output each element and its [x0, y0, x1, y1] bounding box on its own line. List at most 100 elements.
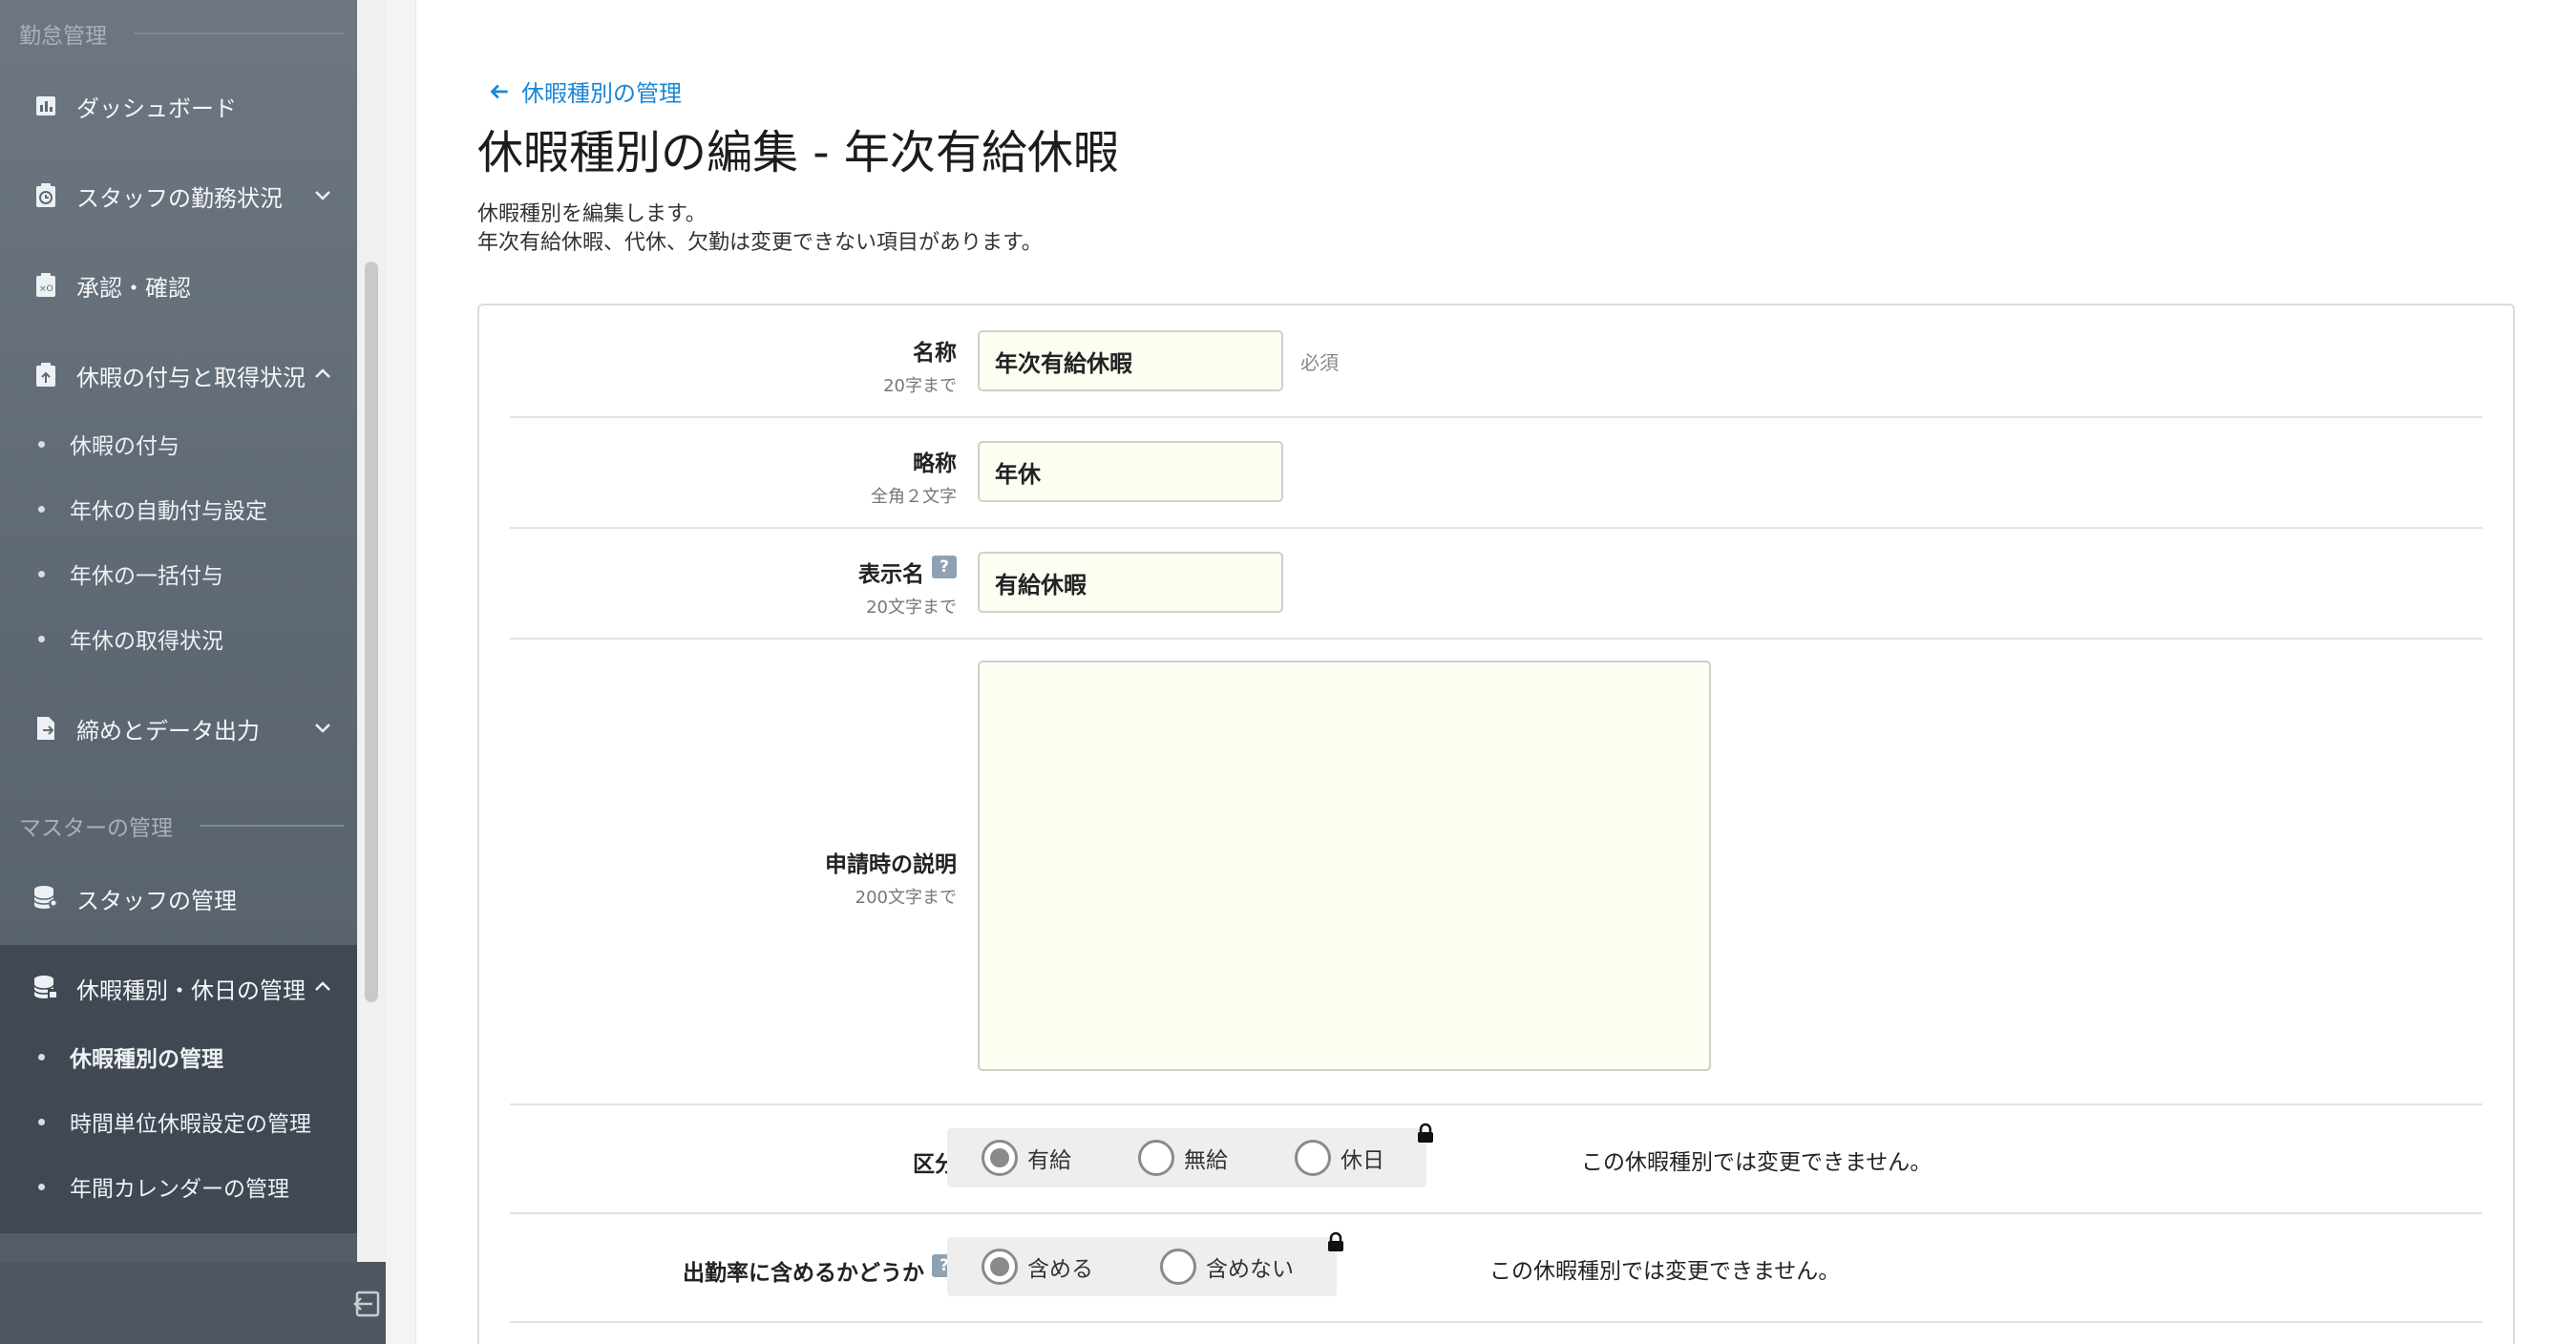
chevron-up-icon — [315, 368, 330, 378]
radio-checked-icon — [982, 1140, 1018, 1176]
sidebar-subitem-annual-usage[interactable]: 年休の取得状況 — [0, 615, 357, 662]
sidebar-item-label: 休暇の付与 — [70, 434, 179, 459]
sidebar-subitem-annual-bulk-grant[interactable]: 年休の一括付与 — [0, 550, 357, 598]
svg-text:×O: ×O — [39, 284, 53, 294]
category-option-paid[interactable]: 有給 — [982, 1140, 1071, 1176]
attendance-rate-radio-group: 含める 含めない — [947, 1237, 1337, 1296]
main-content: 休暇種別の管理 休暇種別の編集 - 年次有給休暇 休暇種別を編集します。 年次有… — [416, 0, 2576, 1344]
display-name-label: 表示名? 20文字まで — [858, 556, 957, 619]
sidebar-item-label: 年休の取得状況 — [70, 629, 223, 654]
sidebar-subitem-leave-type-management[interactable]: 休暇種別の管理 — [0, 1033, 357, 1081]
sidebar-item-leave-grant-status[interactable]: 休暇の付与と取得状況 — [0, 344, 357, 407]
radio-unchecked-icon — [1160, 1249, 1196, 1285]
clipboard-clock-icon — [32, 182, 59, 209]
page-title: 休暇種別の編集 - 年次有給休暇 — [477, 126, 1119, 179]
category-locked-note: この休暇種別では変更できません。 — [1581, 1150, 1932, 1175]
lock-icon — [1328, 1231, 1343, 1251]
clipboard-up-icon — [32, 362, 59, 388]
leave-type-form: 名称 20字まで 年次有給休暇 必須 略称 全角２文字 年休 表示名? 20文字… — [477, 304, 2515, 1344]
back-link-label: 休暇種別の管理 — [521, 80, 682, 107]
attendance-option-include[interactable]: 含める — [982, 1249, 1093, 1285]
database-calendar-icon — [32, 975, 59, 1001]
sidebar-item-leave-holiday-management[interactable]: 休暇種別・休日の管理 — [0, 956, 357, 1019]
sidebar-subitem-leave-grant[interactable]: 休暇の付与 — [0, 420, 357, 468]
attendance-option-exclude[interactable]: 含めない — [1160, 1249, 1294, 1285]
section-title-master: マスターの管理 — [19, 809, 344, 842]
field-hint: 200文字まで — [855, 888, 957, 908]
field-hint: 全角２文字 — [871, 487, 957, 507]
short-name-input[interactable]: 年休 — [978, 441, 1283, 502]
row-divider — [510, 1212, 2482, 1214]
sidebar-item-label: 休暇種別の管理 — [70, 1047, 223, 1072]
radio-label: 含めない — [1206, 1257, 1294, 1282]
field-hint: 20文字まで — [866, 598, 957, 618]
field-label: 略称 — [913, 452, 957, 476]
section-title-text: 勤怠管理 — [19, 24, 107, 49]
sidebar-item-label: 時間単位休暇設定の管理 — [70, 1112, 311, 1137]
chevron-down-icon — [315, 191, 330, 200]
collapse-sidebar-button[interactable] — [348, 1285, 386, 1323]
radio-unchecked-icon — [1138, 1140, 1174, 1176]
section-title-attendance: 勤怠管理 — [19, 17, 344, 50]
field-label: 表示名 — [858, 562, 924, 587]
sidebar-item-label: スタッフの管理 — [76, 887, 237, 914]
sidebar-subitem-annual-calendar[interactable]: 年間カレンダーの管理 — [0, 1163, 357, 1210]
sidebar-item-dashboard[interactable]: ダッシュボード — [0, 74, 357, 137]
row-divider — [510, 1103, 2482, 1105]
name-label: 名称 20字まで — [883, 334, 957, 397]
field-hint: 20字まで — [883, 376, 957, 396]
sidebar-footer — [0, 1262, 386, 1344]
display-name-input[interactable]: 有給休暇 — [978, 552, 1283, 613]
description-textarea[interactable] — [978, 661, 1711, 1071]
chart-icon — [32, 93, 59, 119]
field-label: 名称 — [913, 341, 957, 366]
radio-label: 無給 — [1184, 1148, 1228, 1173]
sidebar-item-label: ダッシュボード — [76, 94, 237, 122]
help-icon[interactable]: ? — [932, 556, 957, 578]
attendance-rate-label: 出勤率に含めるかどうか? — [683, 1254, 957, 1287]
arrow-left-icon — [490, 84, 508, 98]
sidebar-item-closing-export[interactable]: 締めとデータ出力 — [0, 697, 357, 760]
attendance-locked-note: この休暇種別では変更できません。 — [1489, 1259, 1841, 1284]
sidebar-item-label: 承認・確認 — [76, 274, 191, 302]
row-divider — [510, 1321, 2482, 1323]
field-label: 申請時の説明 — [825, 852, 957, 877]
page-description-line1: 休暇種別を編集します。 — [477, 202, 707, 226]
row-divider — [510, 527, 2482, 529]
lock-icon — [1418, 1123, 1433, 1143]
chevron-down-icon — [315, 724, 330, 733]
field-label: 出勤率に含めるかどうか — [683, 1261, 924, 1286]
sidebar-item-label: 休暇の付与と取得状況 — [76, 364, 306, 391]
sidebar-item-staff-management[interactable]: スタッフの管理 — [0, 867, 357, 930]
category-radio-group: 有給 無給 休日 — [947, 1128, 1426, 1187]
radio-label: 有給 — [1027, 1148, 1071, 1173]
category-option-unpaid[interactable]: 無給 — [1138, 1140, 1228, 1176]
row-divider — [510, 416, 2482, 418]
sidebar-subitem-annual-auto-grant[interactable]: 年休の自動付与設定 — [0, 485, 357, 533]
sidebar-item-label: 休暇種別・休日の管理 — [76, 976, 306, 1004]
sidebar-item-label: 年休の一括付与 — [70, 564, 223, 589]
content-gutter — [386, 0, 416, 1344]
page-description-line2: 年次有給休暇、代休、欠勤は変更できない項目があります。 — [477, 231, 1043, 255]
sidebar-item-label: スタッフの勤務状況 — [76, 184, 283, 212]
category-option-holiday[interactable]: 休日 — [1295, 1140, 1384, 1176]
database-user-icon — [32, 885, 59, 912]
sidebar-scrollbar-thumb[interactable] — [365, 262, 378, 1002]
sidebar-item-staff-status[interactable]: スタッフの勤務状況 — [0, 164, 357, 227]
sidebar-item-approval[interactable]: ×O 承認・確認 — [0, 254, 357, 317]
description-label: 申請時の説明 200文字まで — [825, 846, 957, 909]
clipboard-check-icon: ×O — [32, 272, 59, 299]
collapse-icon — [353, 1291, 380, 1317]
sidebar-item-label: 年間カレンダーの管理 — [70, 1177, 289, 1202]
radio-label: 休日 — [1341, 1148, 1384, 1173]
sidebar-subitem-hourly-leave[interactable]: 時間単位休暇設定の管理 — [0, 1098, 357, 1145]
radio-unchecked-icon — [1295, 1140, 1331, 1176]
file-export-icon — [32, 715, 59, 742]
back-link[interactable]: 休暇種別の管理 — [487, 74, 682, 108]
chevron-up-icon — [315, 981, 330, 991]
section-title-text: マスターの管理 — [19, 816, 173, 841]
required-badge: 必須 — [1300, 351, 1339, 374]
name-input[interactable]: 年次有給休暇 — [978, 330, 1283, 391]
row-divider — [510, 638, 2482, 640]
radio-checked-icon — [982, 1249, 1018, 1285]
